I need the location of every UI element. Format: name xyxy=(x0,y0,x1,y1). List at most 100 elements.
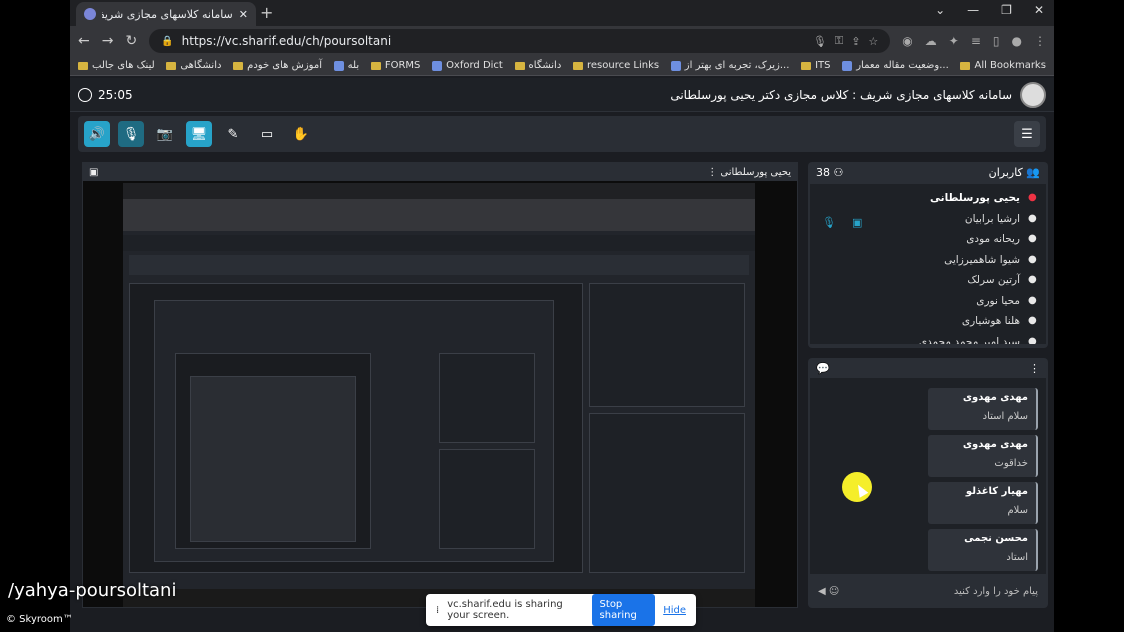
file-icon[interactable]: ▭ xyxy=(254,121,280,147)
extension-icon[interactable]: ☁ xyxy=(925,34,937,48)
sidepanel-icon[interactable]: ▯ xyxy=(993,34,1000,48)
nested-users xyxy=(439,353,535,443)
address-bar: ← → ↻ 🔒 https://vc.sharif.edu/ch/poursol… xyxy=(70,26,1054,56)
chat-icon: 💬 xyxy=(816,361,830,375)
user-list: 🎙 ▣ یحیی پورسلطانی ● ارشیا برابیان ● ریحان… xyxy=(810,184,1046,344)
send-icon[interactable]: ◀ xyxy=(818,586,826,597)
screen-status-icon[interactable]: ▣ xyxy=(852,216,862,229)
shared-screen xyxy=(123,183,755,607)
host-controls: 🎙 ▣ xyxy=(822,216,862,229)
maximize-icon[interactable]: ❐ xyxy=(1001,3,1012,17)
bookmark-item[interactable]: ITS xyxy=(801,60,831,71)
back-icon[interactable]: ← xyxy=(78,33,90,49)
tab-active[interactable]: سامانه کلاسهای مجازی شریف ✕ xyxy=(76,2,256,26)
raise-hand-icon[interactable]: ✋ xyxy=(288,121,314,147)
session-timer: 25:05 xyxy=(78,87,133,102)
drag-handle-icon[interactable]: ⁞ xyxy=(436,605,439,616)
new-tab-icon[interactable]: + xyxy=(260,3,273,22)
list-item[interactable]: سید امیر محمد محمدی ● xyxy=(818,332,1038,344)
stop-sharing-button[interactable]: Stop sharing xyxy=(591,594,656,626)
minimize-icon[interactable]: — xyxy=(967,3,979,17)
nested-chat xyxy=(439,449,535,549)
nested-bookmarks xyxy=(123,217,755,231)
nested-share xyxy=(129,283,583,573)
bookmark-item[interactable]: دانشگاهی xyxy=(166,60,221,71)
share-icon[interactable]: ⇪ xyxy=(851,35,860,48)
bookmark-item[interactable]: آموزش های خودم xyxy=(233,60,322,71)
close-tab-icon[interactable]: ✕ xyxy=(239,8,248,21)
user-icon: ● xyxy=(1028,315,1037,327)
avatar[interactable]: ● xyxy=(1012,34,1022,48)
users-icon: 👥 xyxy=(1026,165,1040,179)
list-item[interactable]: شیوا شاهمیرزایی ● xyxy=(818,250,1038,271)
list-item[interactable]: ریحانه مودی ● xyxy=(818,229,1038,250)
reading-list-icon[interactable]: ≡ xyxy=(971,34,981,48)
kebab-menu-icon[interactable]: ⋮ xyxy=(1034,34,1046,48)
lock-icon: 🔒 xyxy=(161,35,174,47)
bookmark-item[interactable]: لینک های جالب xyxy=(78,60,155,71)
chat-message: محسن نجمی استاد xyxy=(928,529,1038,571)
user-icon: ● xyxy=(1028,294,1037,306)
users-header: 👥 کاربران 38 ⚇ xyxy=(816,165,1040,179)
tab-title: سامانه کلاسهای مجازی شریف xyxy=(102,7,233,21)
microphone-icon[interactable]: 🎙 xyxy=(118,121,144,147)
bookmark-item[interactable]: زیرک، تجربه ای بهتر از... xyxy=(670,60,789,71)
kebab-menu-icon[interactable]: ⋮ xyxy=(1029,362,1040,375)
reload-icon[interactable]: ↻ xyxy=(125,33,137,49)
bookmark-item[interactable]: دانشگاه xyxy=(514,60,561,71)
puzzle-icon[interactable]: ✦ xyxy=(949,34,959,48)
chat-input[interactable]: ◀ ☺ پیام خود را وارد کنید xyxy=(810,578,1046,604)
user-icon: ● xyxy=(1028,274,1037,286)
chat-placeholder: پیام خود را وارد کنید xyxy=(953,585,1038,597)
cursor-icon xyxy=(853,482,869,498)
bookmarks-bar: لینک های جالب دانشگاهی آموزش های خودم بل… xyxy=(70,56,1054,76)
camera-off-icon[interactable]: 📷 xyxy=(152,121,178,147)
brush-icon[interactable]: ✎ xyxy=(220,121,246,147)
app-header: 25:05 سامانه کلاسهای مجازی شریف : کلاس م… xyxy=(70,78,1054,112)
list-item[interactable]: هلنا هوشیاری ● xyxy=(818,311,1038,332)
chat-header: ⋮ 💬 xyxy=(808,358,1048,378)
list-item[interactable]: یحیی پورسلطانی ● xyxy=(818,188,1038,209)
chevron-down-icon[interactable]: ⌄ xyxy=(935,3,945,17)
key-icon[interactable]: ⚿ xyxy=(835,34,843,48)
bookmark-item[interactable]: بله xyxy=(333,60,359,71)
emoji-icon[interactable]: ☺ xyxy=(829,586,839,597)
hamburger-menu-icon[interactable]: ☰ xyxy=(1014,121,1040,147)
nested-chat-panel xyxy=(589,413,745,573)
extension-icon[interactable]: ◉ xyxy=(902,34,912,48)
nested-share-4 xyxy=(190,376,356,542)
mic-status-icon[interactable]: 🎙 xyxy=(822,216,836,229)
chat-message: مهیار کاغذلو سلام xyxy=(928,482,1038,524)
forward-icon[interactable]: → xyxy=(102,33,114,49)
bookmark-item[interactable]: FORMS xyxy=(370,60,420,71)
browser-window: سامانه کلاسهای مجازی شریف ✕ + ⌄ — ❐ ✕ ← … xyxy=(70,0,1054,632)
screen: سامانه کلاسهای مجازی شریف ✕ + ⌄ — ❐ ✕ ← … xyxy=(0,0,1124,632)
bookmark-item[interactable]: Oxford Dict xyxy=(432,60,503,71)
bookmark-item[interactable]: resource Links xyxy=(572,60,659,71)
list-item[interactable]: آرتین سرلک ● xyxy=(818,270,1038,291)
check-icon xyxy=(333,60,344,71)
kebab-menu-icon[interactable]: ⋮ xyxy=(707,167,717,178)
sharing-notification: ⁞ vc.sharif.edu is sharing your screen. … xyxy=(426,594,696,626)
bookmark-item[interactable]: وضعیت مقاله معمار... xyxy=(842,60,949,71)
mic-icon[interactable]: 🎙 xyxy=(813,35,827,48)
screen-share-icon[interactable]: 🖥 xyxy=(186,121,212,147)
close-window-icon[interactable]: ✕ xyxy=(1034,3,1044,17)
folder-icon xyxy=(166,61,177,70)
user-icon: ● xyxy=(1028,335,1037,344)
skyroom-logo: © Skyroom™ xyxy=(6,614,73,625)
nested-tabbar xyxy=(123,183,755,199)
speaker-icon[interactable]: 🔊 xyxy=(84,121,110,147)
star-icon[interactable]: ☆ xyxy=(868,35,878,48)
list-item[interactable]: محیا نوری ● xyxy=(818,291,1038,312)
folder-icon xyxy=(801,61,812,70)
url-input[interactable]: 🔒 https://vc.sharif.edu/ch/poursoltani 🎙… xyxy=(149,29,891,53)
url-text: https://vc.sharif.edu/ch/poursoltani xyxy=(181,34,392,48)
tab-bar: سامانه کلاسهای مجازی شریف ✕ + ⌄ — ❐ ✕ xyxy=(70,0,1054,26)
all-bookmarks[interactable]: All Bookmarks xyxy=(960,60,1046,71)
folder-icon xyxy=(370,61,381,70)
hide-button[interactable]: Hide xyxy=(663,605,686,616)
clock-icon xyxy=(78,87,92,102)
class-toolbar: 🔊 🎙 📷 🖥 ✎ ▭ ✋ ☰ xyxy=(78,116,1046,152)
page-icon xyxy=(842,60,853,71)
